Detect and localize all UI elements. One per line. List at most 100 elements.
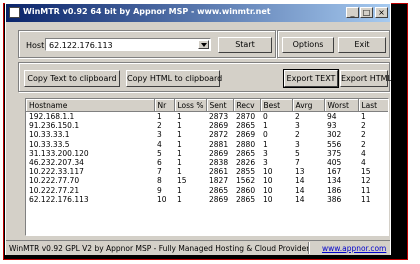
- table-cell: 93: [327, 121, 337, 131]
- column-header-avrg[interactable]: Avrg: [292, 99, 325, 112]
- table-cell: 3: [157, 130, 162, 140]
- table-cell: 1: [263, 121, 268, 131]
- title-bar[interactable]: WinMTR v0.92 64 bit by Appnor MSP - www.…: [6, 4, 390, 22]
- column-header-best[interactable]: Best: [260, 99, 293, 112]
- table-cell: 46.232.207.34: [29, 158, 84, 168]
- table-cell: 2869: [209, 148, 229, 158]
- table-cell: 2861: [209, 167, 229, 177]
- export-text-button[interactable]: Export TEXT: [283, 69, 339, 88]
- table-cell: 2873: [209, 112, 229, 122]
- table-cell: 2869: [236, 130, 256, 140]
- status-bar: WinMTR v0.92 GPL V2 by Appnor MSP - Full…: [6, 240, 390, 255]
- copy-text-button[interactable]: Copy Text to clipboard: [24, 70, 120, 87]
- minimize-button[interactable]: _: [346, 7, 359, 18]
- results-list[interactable]: Hostname Nr Loss % Sent Recv Best Avrg W…: [25, 98, 389, 236]
- column-header-nr[interactable]: Nr: [154, 99, 175, 112]
- table-cell: 2826: [236, 158, 256, 168]
- table-cell: 1: [177, 130, 182, 140]
- window-title: WinMTR v0.92 64 bit by Appnor MSP - www.…: [23, 7, 271, 16]
- table-cell: 10: [263, 167, 273, 177]
- options-button[interactable]: Options: [282, 37, 334, 53]
- table-cell: 15: [177, 176, 187, 186]
- table-cell: 556: [327, 139, 342, 149]
- appnor-link[interactable]: www.appnor.com: [322, 244, 386, 253]
- table-cell: 2869: [209, 121, 229, 131]
- winmtr-window: WinMTR v0.92 64 bit by Appnor MSP - www.…: [5, 3, 392, 255]
- chevron-down-icon[interactable]: [198, 40, 209, 49]
- copy-html-button[interactable]: Copy HTML to clipboard: [126, 70, 222, 87]
- table-cell: 15: [361, 167, 371, 177]
- table-cell: 2865: [236, 121, 256, 131]
- table-cell: 2855: [236, 167, 256, 177]
- table-cell: 1: [157, 112, 162, 122]
- table-cell: 1: [177, 112, 182, 122]
- table-row[interactable]: 62.122.176.113 10 1 2869 2865 10 14 386 11: [26, 195, 388, 204]
- table-cell: 2: [361, 130, 366, 140]
- table-cell: 94: [327, 112, 337, 122]
- start-button[interactable]: Start: [218, 37, 272, 53]
- table-cell: 1: [177, 148, 182, 158]
- table-cell: 302: [327, 130, 342, 140]
- table-row[interactable]: 192.168.1.1 1 1 2873 2870 0 2 94 1: [26, 112, 388, 122]
- table-row[interactable]: 10.222.77.70 8 15 1827 1562 10 14 134 12: [26, 176, 388, 185]
- table-row[interactable]: 91.236.150.1 2 1 2869 2865 1 3 93 2: [26, 121, 388, 130]
- column-header-sent[interactable]: Sent: [206, 99, 234, 112]
- export-html-button[interactable]: Export HTML: [340, 70, 392, 87]
- results-table: Hostname Nr Loss % Sent Recv Best Avrg W…: [26, 99, 388, 204]
- exit-button[interactable]: Exit: [338, 37, 386, 53]
- table-cell: 8: [157, 176, 162, 186]
- table-row[interactable]: 46.232.207.34 6 1 2838 2826 3 7 405 4: [26, 158, 388, 167]
- table-cell: 2869: [209, 194, 229, 204]
- table-cell: 1: [263, 139, 268, 149]
- host-combobox[interactable]: 62.122.176.113: [45, 38, 211, 51]
- close-button[interactable]: ×: [375, 7, 388, 18]
- table-cell: 0: [263, 130, 268, 140]
- table-row[interactable]: 10.222.33.117 7 1 2861 2855 10 13 167 15: [26, 167, 388, 176]
- table-row[interactable]: 10.222.77.21 9 1 2865 2860 10 14 186 11: [26, 186, 388, 195]
- table-cell: 5: [295, 148, 300, 158]
- table-cell: 1: [177, 158, 182, 168]
- table-cell: 4: [361, 158, 366, 168]
- table-cell: 10: [263, 194, 273, 204]
- column-header-recv[interactable]: Recv: [233, 99, 261, 112]
- column-header-hostname[interactable]: Hostname: [26, 99, 155, 112]
- table-cell: 1: [361, 112, 366, 122]
- table-cell: 7: [157, 167, 162, 177]
- table-cell: 2: [361, 121, 366, 131]
- column-header-worst[interactable]: Worst: [324, 99, 359, 112]
- column-header-loss[interactable]: Loss %: [174, 99, 207, 112]
- table-cell: 2: [295, 112, 300, 122]
- table-cell: 1827: [209, 176, 229, 186]
- table-header-row: Hostname Nr Loss % Sent Recv Best Avrg W…: [26, 99, 388, 112]
- table-cell: 4: [361, 148, 366, 158]
- column-header-last[interactable]: Last: [358, 99, 388, 112]
- table-cell: 3: [295, 139, 300, 149]
- host-input[interactable]: 62.122.176.113: [49, 41, 113, 50]
- table-cell: 3: [263, 158, 268, 168]
- table-cell: 2: [361, 139, 366, 149]
- table-body: 192.168.1.1 1 1 2873 2870 0 2 94 1 91.236.150.1 2 1…: [26, 112, 388, 204]
- maximize-button[interactable]: □: [360, 7, 373, 18]
- table-cell: 1: [177, 185, 182, 195]
- table-cell: 6: [157, 158, 162, 168]
- table-cell: 2880: [236, 139, 256, 149]
- table-cell: 2: [157, 121, 162, 131]
- table-row[interactable]: 10.33.33.5 4 1 2881 2880 1 3 556 2: [26, 140, 388, 149]
- table-cell: 186: [327, 185, 342, 195]
- table-cell: 405: [327, 158, 342, 168]
- table-cell: 134: [327, 176, 342, 186]
- app-icon: [9, 7, 20, 18]
- table-cell: 1: [177, 139, 182, 149]
- table-row[interactable]: 10.33.33.1 3 1 2872 2869 0 2 302 2: [26, 130, 388, 139]
- table-cell: 2838: [209, 158, 229, 168]
- table-cell: 2865: [236, 194, 256, 204]
- status-text: WinMTR v0.92 GPL V2 by Appnor MSP - Full…: [9, 244, 310, 253]
- table-cell: 2872: [209, 130, 229, 140]
- table-cell: 10: [263, 176, 273, 186]
- table-row[interactable]: 31.133.200.120 5 1 2869 2865 3 5 375 4: [26, 149, 388, 158]
- table-cell: 5: [157, 148, 162, 158]
- table-cell: 10.222.77.21: [29, 185, 80, 195]
- table-cell: 62.122.176.113: [29, 194, 89, 204]
- table-cell: 4: [157, 139, 162, 149]
- table-cell: 11: [361, 194, 371, 204]
